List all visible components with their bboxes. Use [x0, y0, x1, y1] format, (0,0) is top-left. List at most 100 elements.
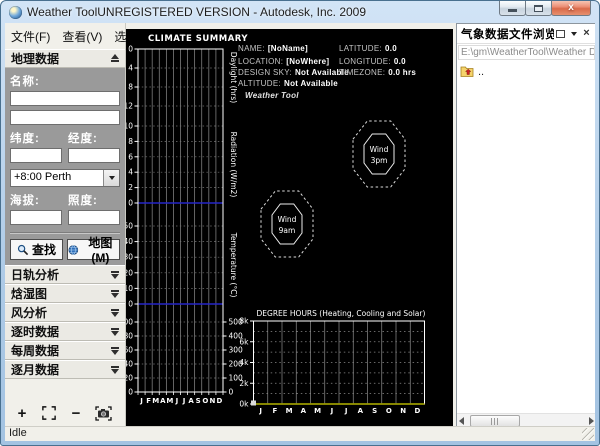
latitude-label: 纬度: — [10, 130, 62, 146]
collapse-down-icon — [111, 366, 119, 374]
map-button-label: 地图(M) — [82, 234, 119, 265]
svg-text:40: 40 — [126, 237, 133, 246]
sidebar-section-psychrometric[interactable]: 焓湿图 — [5, 284, 125, 303]
browser-path-field: E:\gm\WeatherTool\Weather Data — [458, 45, 595, 60]
latitude-input[interactable] — [10, 148, 62, 163]
svg-text:60: 60 — [126, 346, 133, 355]
close-icon: x — [568, 3, 574, 13]
name-input[interactable] — [10, 91, 120, 106]
sidebar-section-weekly[interactable]: 每周数据 — [5, 341, 125, 360]
minimize-button[interactable] — [499, 1, 526, 16]
svg-text:20: 20 — [126, 268, 133, 277]
svg-text:M: M — [152, 397, 159, 405]
file-list: .. — [457, 60, 595, 413]
menu-item-view[interactable]: 查看(V) — [62, 28, 102, 45]
find-button[interactable]: 查找 — [10, 239, 63, 260]
menu-item-file[interactable]: 文件(F) — [11, 28, 50, 45]
close-button[interactable]: x — [551, 1, 591, 16]
svg-text:4: 4 — [128, 64, 133, 73]
svg-text:4: 4 — [128, 168, 133, 177]
info-longitude-row: LONGITUDE:0.0 — [339, 57, 406, 66]
section-label: 逐时数据 — [11, 323, 59, 340]
illuminance-input[interactable] — [68, 210, 120, 225]
maximize-icon — [534, 5, 543, 12]
svg-text:10: 10 — [126, 284, 133, 293]
panel-close-button[interactable]: × — [580, 27, 593, 40]
sidebar-sections: 日轨分析焓湿图风分析逐时数据每周数据逐月数据 — [5, 265, 125, 379]
zoom-out-button[interactable]: − — [67, 404, 85, 422]
collapse-down-icon — [111, 347, 119, 355]
window-title: Weather ToolUNREGISTERED VERSION - Autod… — [27, 5, 366, 19]
find-button-label: 查找 — [32, 241, 56, 258]
panel-float-button[interactable] — [554, 27, 567, 40]
section-label: 每周数据 — [11, 342, 59, 359]
svg-text:D: D — [217, 397, 223, 405]
chevron-down-icon — [109, 176, 115, 180]
minimize-icon — [508, 9, 517, 12]
svg-text:2: 2 — [128, 183, 133, 192]
svg-text:50: 50 — [126, 222, 133, 231]
svg-text:M: M — [166, 397, 173, 405]
altitude-input[interactable] — [10, 210, 62, 225]
weather-tool-logo: Weather Tool — [245, 91, 299, 100]
section-label: 风分析 — [11, 304, 47, 321]
svg-text:30: 30 — [126, 253, 133, 262]
svg-text:A: A — [188, 397, 194, 405]
svg-text:CLIMATE SUMMARY: CLIMATE SUMMARY — [148, 34, 248, 44]
snapshot-button[interactable] — [94, 404, 112, 422]
sidebar-section-geo-data[interactable]: 地理数据 — [5, 49, 125, 68]
resize-grip[interactable] — [582, 428, 594, 440]
longitude-input[interactable] — [68, 148, 120, 163]
svg-text:A: A — [301, 407, 307, 415]
scroll-right-arrow-icon[interactable] — [589, 417, 594, 425]
section-label: 日轨分析 — [11, 266, 59, 283]
svg-text:3pm: 3pm — [371, 156, 388, 165]
app-icon — [9, 6, 22, 19]
svg-text:20: 20 — [126, 374, 133, 383]
panel-menu-button[interactable] — [567, 27, 580, 40]
sidebar-section-sun-path[interactable]: 日轨分析 — [5, 265, 125, 284]
section-label: 逐月数据 — [11, 361, 59, 378]
folder-up-icon — [460, 66, 474, 78]
sidebar-section-wind[interactable]: 风分析 — [5, 303, 125, 322]
maximize-button[interactable] — [525, 1, 552, 16]
app-window: Weather ToolUNREGISTERED VERSION - Autod… — [0, 0, 600, 446]
status-text: Idle — [9, 427, 27, 439]
altitude-label: 海拔: — [10, 192, 62, 208]
timezone-select[interactable]: +8:00 Perth — [10, 169, 120, 187]
search-icon — [17, 244, 29, 256]
longitude-label: 经度: — [68, 130, 120, 146]
map-button[interactable]: 地图(M) — [67, 239, 120, 260]
svg-text:F: F — [146, 397, 151, 405]
timezone-dropdown-button[interactable] — [103, 170, 119, 186]
svg-text:O: O — [202, 397, 208, 405]
svg-text:2k: 2k — [239, 379, 249, 388]
svg-text:O: O — [386, 407, 392, 415]
zoom-in-button[interactable]: + — [13, 404, 31, 422]
svg-text:DEGREE HOURS (Heating, Cooling: DEGREE HOURS (Heating, Cooling and Solar… — [257, 309, 426, 318]
sidebar-section-monthly[interactable]: 逐月数据 — [5, 360, 125, 379]
sidebar: 文件(F)查看(V)选项(O) 地理数据 名称: 纬度: 经度: +8:0 — [5, 23, 126, 427]
fit-extents-icon — [42, 406, 56, 420]
info-latitude-row: LATITUDE:0.0 — [339, 44, 397, 53]
browser-panel-title: 气象数据文件浏览器 — [461, 26, 554, 42]
info-name-row: NAME:[NoName] — [238, 44, 308, 53]
chevron-down-icon — [571, 32, 577, 36]
svg-text:12: 12 — [126, 102, 133, 111]
timezone-selected-value: +8:00 Perth — [11, 170, 103, 186]
name-input-2[interactable] — [10, 110, 120, 125]
collapse-down-icon — [111, 290, 119, 298]
svg-text:4k: 4k — [239, 358, 249, 367]
browser-panel-header: 气象数据文件浏览器 × — [457, 24, 595, 44]
main-canvas[interactable]: CLIMATE SUMMARY04812Daylight (hrs)108642… — [126, 29, 453, 429]
zoom-fit-button[interactable] — [40, 404, 58, 422]
sidebar-section-hourly[interactable]: 逐时数据 — [5, 322, 125, 341]
file-list-item[interactable]: .. — [460, 64, 593, 79]
float-window-icon — [556, 30, 565, 38]
scroll-left-arrow-icon[interactable] — [459, 417, 464, 425]
plus-icon: + — [18, 406, 27, 421]
svg-text:Daylight (hrs): Daylight (hrs) — [229, 52, 238, 103]
collapse-up-icon — [111, 54, 119, 63]
info-altitude-row: ALTITUDE:Not Available — [238, 79, 338, 88]
svg-text:M: M — [314, 407, 321, 415]
